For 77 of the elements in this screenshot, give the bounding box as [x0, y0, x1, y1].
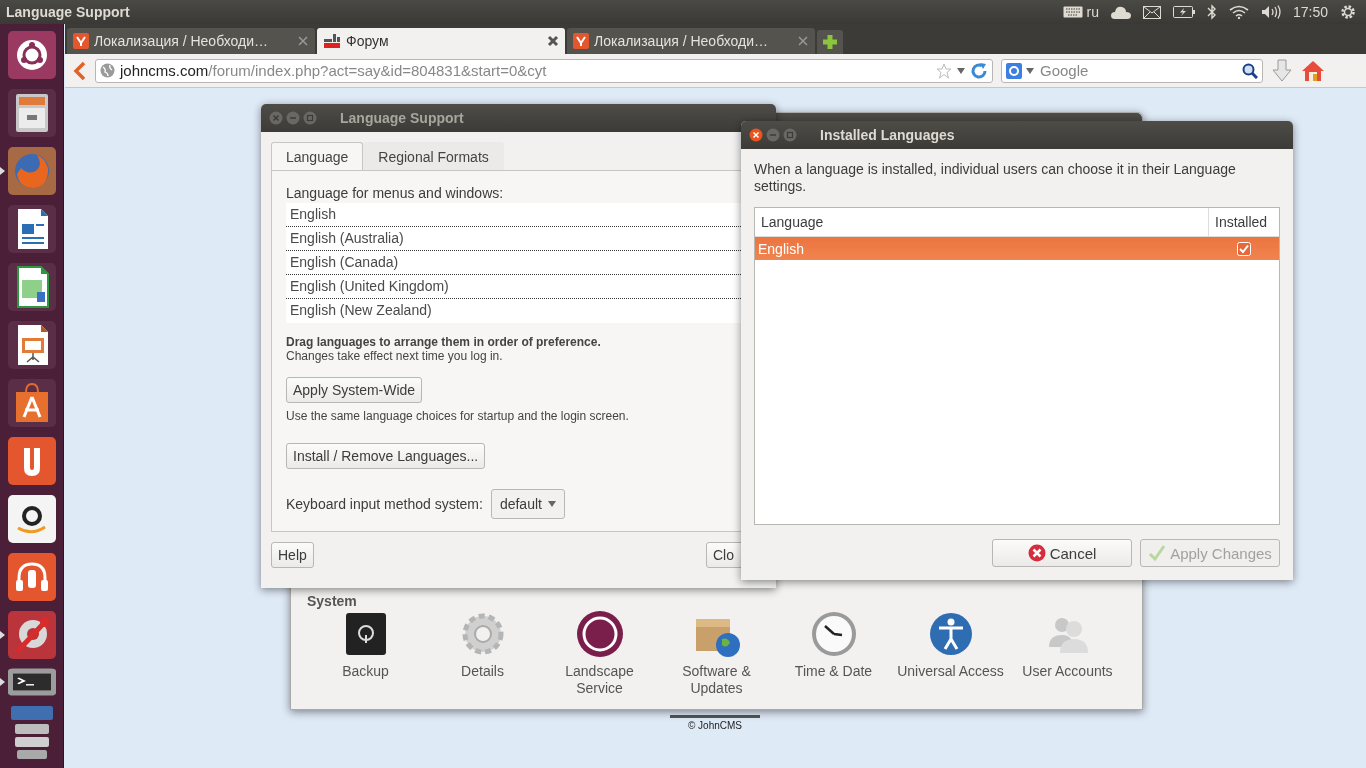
reload-icon[interactable] — [970, 61, 988, 80]
circle-logo-icon[interactable] — [6, 30, 57, 80]
home-icon[interactable] — [1301, 59, 1325, 82]
caret-icon — [547, 501, 556, 507]
search-icon[interactable] — [1242, 62, 1258, 79]
back-icon[interactable] — [73, 60, 87, 81]
description-text: When a language is installed, individual users can choose it in their Language settings. — [754, 161, 1237, 195]
wifi-icon[interactable] — [1228, 5, 1249, 19]
field-label: Keyboard input method system: — [286, 496, 483, 512]
browser-tab[interactable]: Локализация / Необходи… — [567, 28, 815, 54]
cloud-icon[interactable] — [1110, 5, 1131, 19]
note-text: Changes take effect next time you log in. — [286, 349, 504, 363]
window-title: Language Support — [340, 110, 464, 126]
window-title: Installed Languages — [820, 127, 955, 143]
ring-icon[interactable] — [574, 609, 625, 659]
close-icon[interactable] — [749, 128, 763, 142]
checkbox[interactable] — [1237, 241, 1251, 256]
drawer-icon[interactable] — [6, 88, 57, 138]
volume-icon[interactable] — [1260, 5, 1281, 19]
shopping-bag-icon[interactable] — [6, 378, 57, 428]
check-icon — [1148, 544, 1167, 562]
new-tab-button[interactable] — [817, 30, 843, 54]
address-field[interactable]: johncms.com/forum/index.php?act=say&id=804831&start=0&cyt — [95, 58, 993, 83]
settings-item-label[interactable]: Universal Access — [897, 663, 1004, 680]
cancel-button[interactable]: Cancel — [992, 539, 1132, 567]
presentation-icon[interactable] — [6, 320, 57, 370]
settings-item-label[interactable]: User Accounts — [1022, 663, 1113, 680]
favicon-icon — [73, 33, 89, 49]
dropdown[interactable]: default — [490, 489, 565, 519]
keyboard-icon[interactable] — [1062, 6, 1083, 18]
close-icon[interactable] — [547, 35, 559, 47]
settings-item-label[interactable]: Time & Date — [794, 663, 873, 680]
caret-icon[interactable] — [957, 67, 965, 74]
favicon-icon — [573, 33, 589, 49]
tab[interactable]: Language — [271, 142, 364, 171]
column-header[interactable]: Installed — [1209, 214, 1279, 230]
footer-text: © JohnCMS — [670, 715, 760, 731]
install-remove-button[interactable]: Install / Remove Languages... — [286, 443, 486, 469]
column-header[interactable]: Language — [755, 208, 1209, 236]
headphones-icon[interactable] — [6, 552, 57, 602]
caret-icon[interactable] — [1026, 67, 1034, 74]
settings-item-label[interactable]: Landscape Service — [541, 663, 658, 697]
search-field[interactable]: Google — [1038, 61, 1238, 80]
keyboard-layout[interactable]: ru — [1086, 4, 1099, 20]
cancel-icon — [1027, 544, 1046, 562]
u-shape-icon[interactable] — [6, 436, 57, 486]
plus-icon — [822, 34, 838, 50]
section-heading: System — [307, 593, 358, 609]
help-button[interactable]: Help — [271, 542, 314, 568]
browser-tab[interactable]: Форум — [317, 28, 565, 54]
favicon-icon — [323, 33, 341, 49]
battery-icon[interactable] — [1172, 6, 1195, 18]
bluetooth-icon[interactable] — [1206, 4, 1217, 20]
apply-system-wide-button[interactable]: Apply System-Wide — [286, 377, 423, 403]
globe-icon — [100, 63, 115, 78]
tab[interactable]: Regional Formats — [363, 142, 504, 171]
table-cell-text: English — [757, 240, 805, 257]
search-box[interactable]: Google — [1001, 58, 1263, 83]
hint-text: Drag languages to arrange them in order of preference. — [286, 335, 602, 349]
globe-fox-icon[interactable] — [6, 146, 57, 196]
search-engine-icon[interactable] — [1006, 62, 1022, 79]
document-icon[interactable] — [6, 204, 57, 254]
spreadsheet-icon[interactable] — [6, 262, 57, 312]
power-icon[interactable] — [1340, 4, 1356, 20]
star-icon[interactable] — [936, 62, 952, 79]
settings-item-label[interactable]: Details — [461, 663, 504, 680]
settings-item-label[interactable]: Software & Updates — [658, 663, 775, 697]
note-text: Use the same language choices for startup and the login screen. — [286, 409, 630, 423]
terminal-icon[interactable] — [6, 668, 57, 696]
mail-icon[interactable] — [1142, 5, 1161, 19]
settings-item-label[interactable]: Backup — [342, 663, 389, 680]
gear-wrench-icon[interactable] — [6, 610, 57, 660]
browser-tab[interactable]: Локализация / Необходи… — [67, 28, 315, 54]
smile-curve-icon[interactable] — [6, 494, 57, 544]
list-label: Language for menus and windows: — [286, 185, 505, 201]
window-title: Language Support — [5, 4, 131, 20]
clock[interactable]: 17:50 — [1292, 4, 1328, 20]
